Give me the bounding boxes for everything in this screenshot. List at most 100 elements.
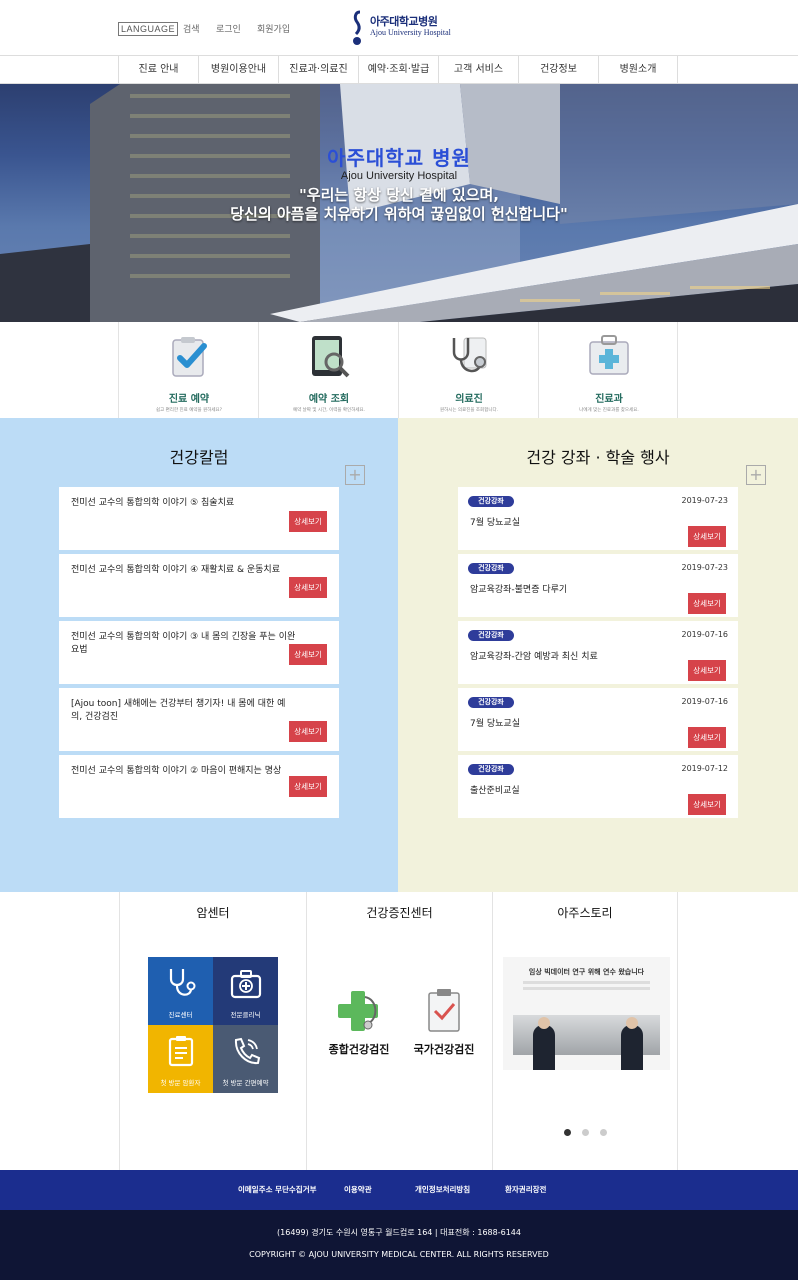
bottom-sections: 암센터 진료센터 전문클리닉 첫 방문 암환자 첫 방문 간편예약 건강증진센터… [0, 892, 798, 1170]
login-link[interactable]: 로그인 [216, 22, 241, 35]
nav-item-about[interactable]: 병원소개 [598, 56, 678, 84]
detail-button[interactable]: 상세보기 [289, 511, 327, 532]
hero-banner: 아주대학교 병원 Ajou University Hospital "우리는 항… [0, 84, 798, 322]
health-column-more-icon[interactable]: + [345, 465, 365, 485]
list-item-title: 전미선 교수의 통합의학 이야기 ② 마음이 편해지는 명상 [71, 766, 282, 776]
search-link[interactable]: 검색 [183, 22, 200, 35]
footer-link-terms[interactable]: 이용약관 [344, 1184, 372, 1195]
quick-label: 진료 예약 [168, 394, 210, 405]
logo-mark-icon [353, 10, 361, 45]
hero-title: 아주대학교 병원 [327, 146, 471, 170]
event-date: 2019-07-23 [681, 563, 729, 572]
checkup-center-section: 건강증진센터 종합건강검진 국가건강검진 [306, 892, 492, 1170]
logo-english: Ajou University Hospital [370, 28, 451, 37]
medical-bag-icon [230, 970, 262, 999]
cancer-center-section: 암센터 진료센터 전문클리닉 첫 방문 암환자 첫 방문 간편예약 [119, 892, 306, 1170]
quick-item-doctors[interactable]: 의료진 원하시는 의료진을 조회합니다. [398, 322, 538, 418]
events-title: 건강 강좌 · 학술 행사 [526, 448, 670, 467]
category-badge: 건강강좌 [468, 496, 514, 507]
detail-button[interactable]: 상세보기 [688, 794, 726, 815]
list-item[interactable]: 건강강좌 2019-07-16 암교육강좌-간암 예방과 최신 치료 상세보기 [458, 621, 738, 684]
nav-item-reservation[interactable]: 예약·조회·발급 [358, 56, 438, 84]
nav-item-departments[interactable]: 진료과·의료진 [278, 56, 358, 84]
event-title: 7월 당뇨교실 [470, 518, 520, 528]
detail-button[interactable]: 상세보기 [688, 727, 726, 748]
footer: (16499) 경기도 수원시 영통구 월드컵로 164 | 대표전화 : 16… [0, 1210, 798, 1280]
detail-button[interactable]: 상세보기 [289, 577, 327, 598]
list-item[interactable]: 건강강좌 2019-07-23 7월 당뇨교실 상세보기 [458, 487, 738, 550]
comprehensive-checkup-link[interactable]: 종합건강검진 [321, 987, 396, 1067]
first-aid-kit-icon [589, 335, 629, 375]
list-item[interactable]: 건강강좌 2019-07-23 암교육강좌-불면증 다루기 상세보기 [458, 554, 738, 617]
footer-link-patient-rights[interactable]: 환자권리장전 [505, 1184, 546, 1195]
tile-label: 첫 방문 간편예약 [222, 1079, 269, 1087]
list-item[interactable]: 건강강좌 2019-07-16 7월 당뇨교실 상세보기 [458, 688, 738, 751]
list-item[interactable]: 전미선 교수의 통합의학 이야기 ④ 재활치료 & 운동치료 상세보기 [59, 554, 339, 617]
event-title: 암교육강좌-간암 예방과 최신 치료 [470, 652, 598, 662]
language-button[interactable]: LANGUAGE [118, 22, 179, 36]
hero-quote-line2: 당신의 아픔을 치유하기 위하여 끊임없이 헌신합니다" [230, 205, 568, 223]
footer-link-email-policy[interactable]: 이메일주소 무단수집거부 [238, 1184, 317, 1195]
checkup-center-title: 건강증진센터 [366, 906, 433, 920]
tile-first-visit-patient[interactable]: 첫 방문 암환자 [148, 1025, 213, 1093]
list-item-title: 전미선 교수의 통합의학 이야기 ③ 내 몸의 긴장을 푸는 이완요법 [71, 632, 296, 655]
ajou-story-title: 아주스토리 [557, 906, 613, 920]
hero-quote-line1: "우리는 항상 당신 곁에 있으며, [298, 186, 499, 204]
quick-item-reservation[interactable]: 진료 예약 쉽고 편리한 진료 예약을 원하세요? [118, 322, 258, 418]
quick-desc: 나에게 맞는 진료과를 찾으세요. [579, 408, 639, 413]
category-badge: 건강강좌 [468, 630, 514, 641]
tile-label: 첫 방문 암환자 [160, 1079, 201, 1087]
quick-desc: 원하시는 의료진을 조회합니다. [439, 408, 499, 413]
detail-button[interactable]: 상세보기 [289, 721, 327, 742]
detail-button[interactable]: 상세보기 [688, 526, 726, 547]
logo-korean: 아주대학교병원 [370, 15, 438, 28]
nav-item-clinic-guide[interactable]: 진료 안내 [118, 56, 198, 84]
event-date: 2019-07-16 [681, 630, 729, 639]
category-badge: 건강강좌 [468, 563, 514, 574]
list-item[interactable]: 전미선 교수의 통합의학 이야기 ⑤ 침술치료 상세보기 [59, 487, 339, 550]
list-item[interactable]: 전미선 교수의 통합의학 이야기 ③ 내 몸의 긴장을 푸는 이완요법 상세보기 [59, 621, 339, 684]
event-date: 2019-07-23 [681, 496, 729, 505]
list-item-title: [Ajou toon] 새해에는 건강부터 챙기자! 내 몸에 대한 예의, 건… [71, 699, 286, 722]
story-image[interactable]: 임상 빅데이터 연구 위해 연수 왔습니다 [503, 957, 670, 1070]
events-more-icon[interactable]: + [746, 465, 766, 485]
quick-label: 예약 조회 [308, 394, 350, 405]
list-item[interactable]: [Ajou toon] 새해에는 건강부터 챙기자! 내 몸에 대한 예의, 건… [59, 688, 339, 751]
list-item-title: 전미선 교수의 통합의학 이야기 ④ 재활치료 & 운동치료 [71, 565, 280, 575]
main-navigation: 진료 안내 병원이용안내 진료과·의료진 예약·조회·발급 고객 서비스 건강정… [0, 56, 798, 84]
nav-item-hospital-use[interactable]: 병원이용안내 [198, 56, 278, 84]
quick-item-reservation-check[interactable]: 예약 조회 예약 날짜 및 시간, 이력을 확인하세요. [258, 322, 398, 418]
nav-item-health-info[interactable]: 건강정보 [518, 56, 598, 84]
footer-links: 이메일주소 무단수집거부 이용약관 개인정보처리방침 환자권리장전 [0, 1170, 798, 1210]
quick-desc: 쉽고 편리한 진료 예약을 원하세요? [155, 408, 223, 413]
nav-item-customer-service[interactable]: 고객 서비스 [438, 56, 518, 84]
ajou-story-section: 아주스토리 임상 빅데이터 연구 위해 연수 왔습니다 [492, 892, 678, 1170]
national-checkup-link[interactable]: 국가건강검진 [407, 987, 482, 1067]
stethoscope-icon [169, 969, 196, 996]
clipboard-check-icon [172, 337, 207, 377]
carousel-dot-1[interactable] [564, 1129, 571, 1136]
tablet-search-icon [312, 336, 350, 378]
tile-clinic-center[interactable]: 진료센터 [148, 957, 213, 1025]
quick-item-departments[interactable]: 진료과 나에게 맞는 진료과를 찾으세요. [538, 322, 678, 418]
top-bar: LANGUAGE 검색 로그인 회원가입 아주대학교병원 Ajou Univer… [0, 0, 798, 56]
national-checkup-label: 국가건강검진 [413, 1043, 475, 1056]
event-title: 암교육강좌-불면증 다루기 [470, 585, 568, 595]
hero-subtitle: Ajou University Hospital [340, 170, 458, 182]
detail-button[interactable]: 상세보기 [688, 593, 726, 614]
tile-first-visit-booking[interactable]: 첫 방문 간편예약 [213, 1025, 278, 1093]
footer-link-privacy[interactable]: 개인정보처리방침 [415, 1184, 470, 1195]
detail-button[interactable]: 상세보기 [289, 644, 327, 665]
event-title: 7월 당뇨교실 [470, 719, 520, 729]
tile-label: 진료센터 [168, 1011, 193, 1019]
cancer-center-title: 암센터 [196, 906, 230, 920]
carousel-dot-3[interactable] [600, 1129, 607, 1136]
detail-button[interactable]: 상세보기 [688, 660, 726, 681]
list-item[interactable]: 건강강좌 2019-07-12 출산준비교실 상세보기 [458, 755, 738, 818]
signup-link[interactable]: 회원가입 [257, 22, 290, 35]
tile-specialty-clinic[interactable]: 전문클리닉 [213, 957, 278, 1025]
carousel-dot-2[interactable] [582, 1129, 589, 1136]
list-item[interactable]: 전미선 교수의 통합의학 이야기 ② 마음이 편해지는 명상 상세보기 [59, 755, 339, 818]
detail-button[interactable]: 상세보기 [289, 776, 327, 797]
event-date: 2019-07-12 [681, 764, 729, 773]
